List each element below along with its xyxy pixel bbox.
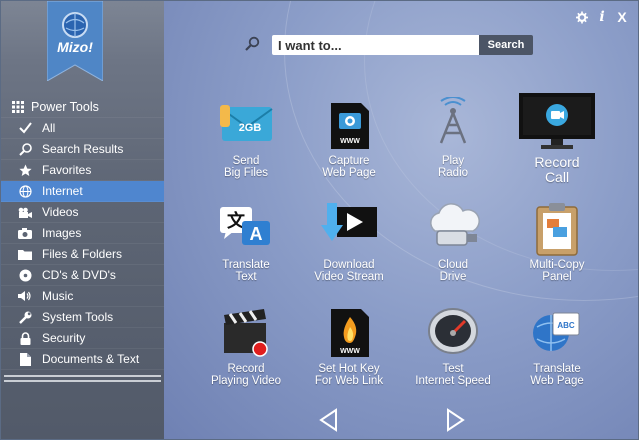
tile-translate-text[interactable]: 文 A Translate Text [194, 201, 298, 305]
sidebar-item-power-tools[interactable]: Power Tools [1, 96, 164, 118]
sidebar-list: Power Tools All Search Results Favorites [1, 96, 164, 370]
tile-label: Capture Web Page [322, 155, 376, 179]
tile-label: Send Big Files [223, 155, 269, 179]
svg-text:A: A [250, 224, 263, 244]
photo-icon [18, 226, 32, 240]
search-icon [244, 36, 260, 52]
disc-icon [18, 268, 32, 282]
tile-capture-web-page[interactable]: WWW Capture Web Page [297, 97, 401, 201]
clapperboard-icon [216, 305, 276, 361]
camera-www-icon: WWW [319, 97, 379, 153]
logo-text: Mizo! [57, 39, 93, 55]
grid-icon [11, 100, 25, 114]
sidebar-divider [4, 380, 161, 382]
sidebar-item-search-results[interactable]: Search Results [1, 139, 164, 160]
sidebar-item-label: Search Results [42, 142, 124, 156]
sidebar-item-label: System Tools [42, 310, 114, 324]
download-video-icon [319, 201, 379, 257]
sidebar-item-security[interactable]: Security [1, 328, 164, 349]
app-window: Mizo! Power Tools All Search Results Fav… [0, 0, 639, 440]
translate-web-icon: ABC [527, 305, 587, 361]
translate-icon: 文 A [216, 201, 276, 257]
search-icon [18, 142, 32, 156]
hotkey-www-icon: WWW [319, 305, 379, 361]
tile-badge: WWW [340, 138, 360, 145]
sidebar-item-label: Favorites [42, 163, 92, 177]
tile-multi-copy-panel[interactable]: Multi-Copy Panel [505, 201, 609, 305]
globe-icon [18, 184, 32, 198]
tile-download-video-stream[interactable]: Download Video Stream [297, 201, 401, 305]
sidebar-item-label: Files & Folders [42, 247, 123, 261]
gear-icon[interactable] [576, 9, 588, 25]
star-icon [18, 163, 32, 177]
tile-badge: 2GB [239, 122, 262, 134]
search-button[interactable]: Search [479, 35, 533, 55]
tile-label: Record Call [534, 154, 580, 185]
tile-test-internet-speed[interactable]: Test Internet Speed [401, 305, 505, 409]
tile-send-big-files[interactable]: 2GB Send Big Files [194, 97, 298, 201]
sidebar-item-label: Music [42, 289, 74, 303]
sidebar-item-documents-text[interactable]: Documents & Text [1, 349, 164, 370]
tile-label: Multi-Copy Panel [529, 259, 585, 283]
sidebar-item-label: CD's & DVD's [42, 268, 116, 282]
tile-record-call[interactable]: Record Call [505, 93, 609, 197]
camera-icon [18, 205, 32, 219]
sidebar-item-cds-dvds[interactable]: CD's & DVD's [1, 265, 164, 286]
folder-icon [18, 247, 32, 261]
tile-record-playing-video[interactable]: Record Playing Video [194, 305, 298, 409]
tile-label: Cloud Drive [437, 259, 469, 283]
sidebar-item-internet[interactable]: Internet [1, 181, 164, 202]
sidebar-item-system-tools[interactable]: System Tools [1, 307, 164, 328]
sidebar-item-label: Videos [42, 205, 79, 219]
document-icon [18, 352, 32, 366]
radio-tower-icon [423, 96, 483, 153]
sidebar-item-label: Security [42, 331, 86, 345]
info-icon[interactable]: i [596, 9, 608, 25]
tile-play-radio[interactable]: Play Radio [401, 96, 505, 201]
check-icon [18, 121, 32, 135]
next-page-arrow-icon[interactable] [446, 408, 466, 432]
tile-cloud-drive[interactable]: Cloud Drive [401, 201, 505, 305]
sidebar-divider [4, 375, 161, 377]
envelope-icon: 2GB [216, 97, 276, 153]
speedometer-icon [423, 305, 483, 361]
sidebar-item-favorites[interactable]: Favorites [1, 160, 164, 181]
sidebar-item-label: Images [42, 226, 82, 240]
tile-label: Set Hot Key For Web Link [314, 363, 384, 387]
tile-translate-web-page[interactable]: ABC Translate Web Page [505, 305, 609, 409]
sidebar-item-images[interactable]: Images [1, 223, 164, 244]
tile-label: Play Radio [437, 155, 469, 179]
search-input[interactable] [272, 35, 479, 55]
mizo-logo[interactable]: Mizo! [46, 0, 104, 82]
sidebar-item-label: All [42, 121, 56, 135]
sidebar-item-videos[interactable]: Videos [1, 202, 164, 223]
sidebar-item-label: Internet [42, 184, 83, 198]
close-icon[interactable]: X [616, 9, 628, 25]
tile-label: Record Playing Video [210, 363, 282, 387]
sidebar-item-label: Power Tools [31, 99, 99, 114]
sidebar-item-music[interactable]: Music [1, 286, 164, 307]
monitor-call-icon [517, 93, 597, 149]
previous-page-arrow-icon[interactable] [318, 408, 338, 432]
tile-label: Translate Text [222, 259, 270, 283]
tile-label: Download Video Stream [314, 259, 384, 283]
sidebar-item-label: Documents & Text [42, 352, 140, 366]
clipboard-icon [527, 201, 587, 257]
tile-label: Translate Web Page [530, 363, 584, 387]
sidebar: Mizo! Power Tools All Search Results Fav… [1, 0, 164, 439]
sidebar-item-files-folders[interactable]: Files & Folders [1, 244, 164, 265]
main-panel: i X Search 2GB Send Big Files [164, 1, 638, 439]
tile-set-hot-key[interactable]: WWW Set Hot Key For Web Link [297, 305, 401, 409]
window-controls: i X [576, 9, 628, 25]
lock-icon [18, 331, 32, 345]
tile-badge: WWW [340, 348, 360, 355]
sidebar-item-all[interactable]: All [1, 118, 164, 139]
tile-badge: ABC [557, 321, 575, 330]
cloud-drive-icon [423, 201, 483, 257]
wrench-icon [18, 310, 32, 324]
speaker-icon [18, 289, 32, 303]
tile-label: Test Internet Speed [415, 363, 491, 387]
